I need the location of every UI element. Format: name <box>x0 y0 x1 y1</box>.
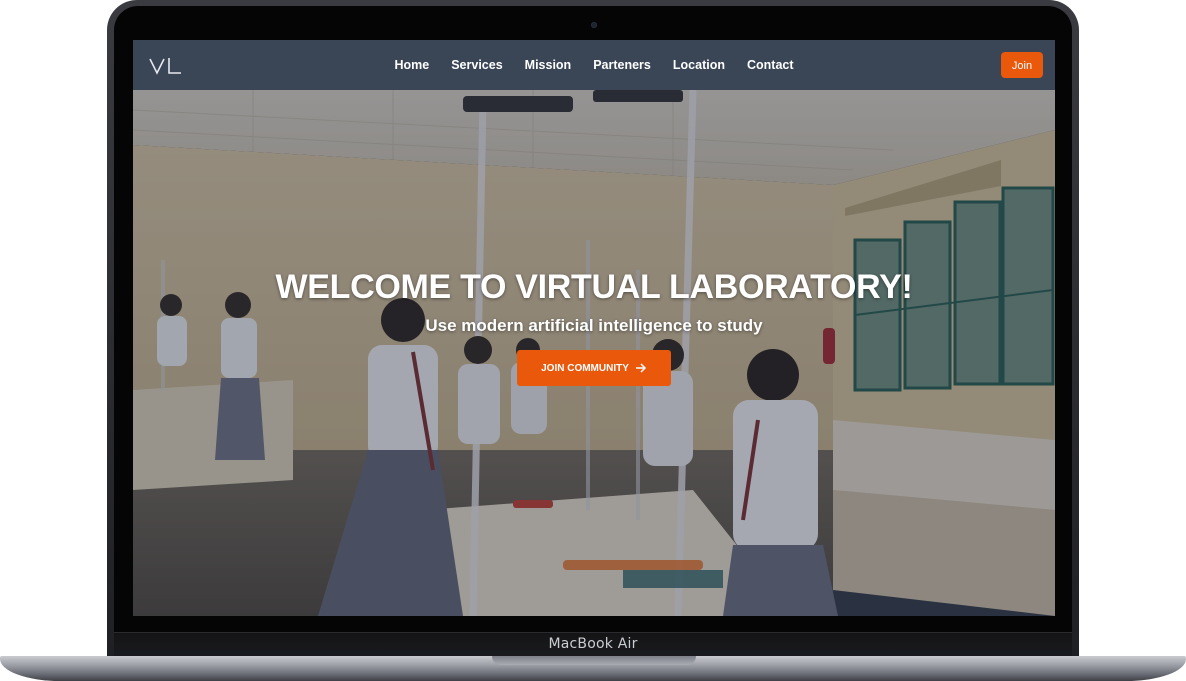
device-label: MacBook Air <box>548 636 638 652</box>
lid-notch <box>492 656 696 665</box>
join-community-button[interactable]: JOIN COMMUNITY <box>517 350 671 386</box>
nav-link-home[interactable]: Home <box>383 58 440 72</box>
join-community-label: JOIN COMMUNITY <box>541 362 629 374</box>
arrow-right-icon <box>635 363 646 373</box>
hero-content: WELCOME TO VIRTUAL LABORATORY! Use moder… <box>133 268 1055 386</box>
nav-link-mission[interactable]: Mission <box>514 58 583 72</box>
laptop-mockup: VL Home Services Mission Parteners Locat… <box>0 0 1186 681</box>
hero-subtitle: Use modern artificial intelligence to st… <box>425 316 763 335</box>
nav-link-contact[interactable]: Contact <box>736 58 805 72</box>
nav-link-services[interactable]: Services <box>440 58 513 72</box>
nav-link-parteners[interactable]: Parteners <box>582 58 662 72</box>
hero-section: WELCOME TO VIRTUAL LABORATORY! Use moder… <box>133 90 1055 616</box>
hero-title: WELCOME TO VIRTUAL LABORATORY! <box>275 268 913 306</box>
nav-links: Home Services Mission Parteners Location… <box>133 40 1055 90</box>
camera-icon <box>591 22 597 28</box>
join-button[interactable]: Join <box>1001 52 1043 78</box>
navbar: VL Home Services Mission Parteners Locat… <box>133 40 1055 90</box>
website-screen: VL Home Services Mission Parteners Locat… <box>133 40 1055 616</box>
nav-link-location[interactable]: Location <box>662 58 736 72</box>
